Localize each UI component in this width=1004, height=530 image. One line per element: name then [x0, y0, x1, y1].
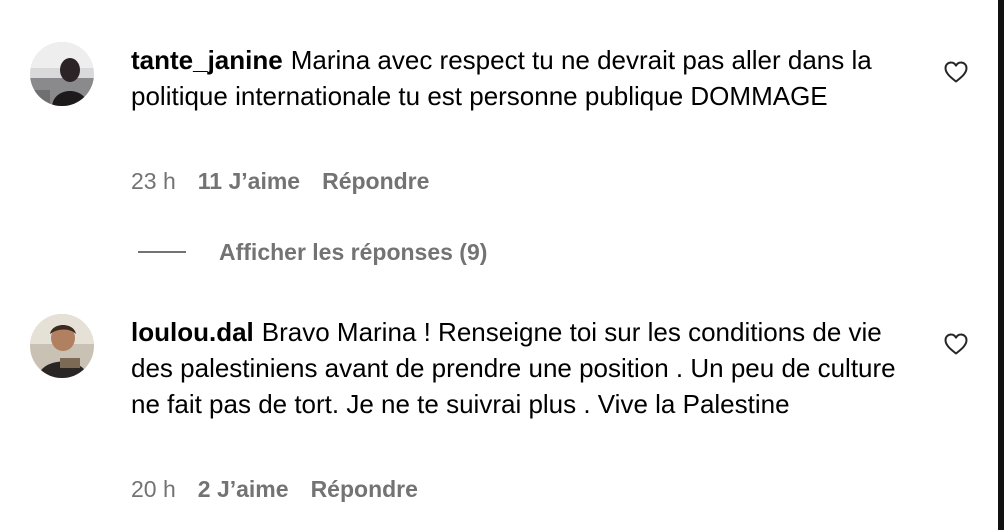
- avatar[interactable]: [30, 42, 94, 106]
- comment-meta: 20 h 2 J’aime Répondre: [131, 476, 418, 503]
- comment-body: loulou.dal Bravo Marina ! Renseigne toi s…: [131, 314, 921, 422]
- heart-outline-icon[interactable]: [944, 61, 968, 83]
- comment-item: loulou.dal Bravo Marina ! Renseigne toi s…: [0, 290, 990, 530]
- show-replies-button[interactable]: Afficher les réponses (9): [138, 236, 487, 268]
- reply-button[interactable]: Répondre: [311, 476, 418, 502]
- heart-outline-icon[interactable]: [944, 333, 968, 355]
- comment-meta: 23 h 11 J’aime Répondre: [131, 168, 429, 195]
- comment-body: tante_janine Marina avec respect tu ne de…: [131, 42, 921, 114]
- window-edge: [998, 0, 1004, 530]
- comment-time: 20 h: [131, 476, 176, 502]
- comment-item: tante_janine Marina avec respect tu ne de…: [0, 0, 990, 230]
- avatar[interactable]: [30, 314, 94, 378]
- replies-divider: [138, 251, 186, 253]
- reply-button[interactable]: Répondre: [322, 168, 429, 194]
- comment-username[interactable]: loulou.dal: [131, 317, 254, 347]
- comment-likes[interactable]: 11 J’aime: [198, 168, 300, 194]
- comment-likes[interactable]: 2 J’aime: [198, 476, 289, 502]
- comment-username[interactable]: tante_janine: [131, 45, 283, 75]
- comment-time: 23 h: [131, 168, 176, 194]
- show-replies-label: Afficher les réponses (9): [219, 238, 488, 265]
